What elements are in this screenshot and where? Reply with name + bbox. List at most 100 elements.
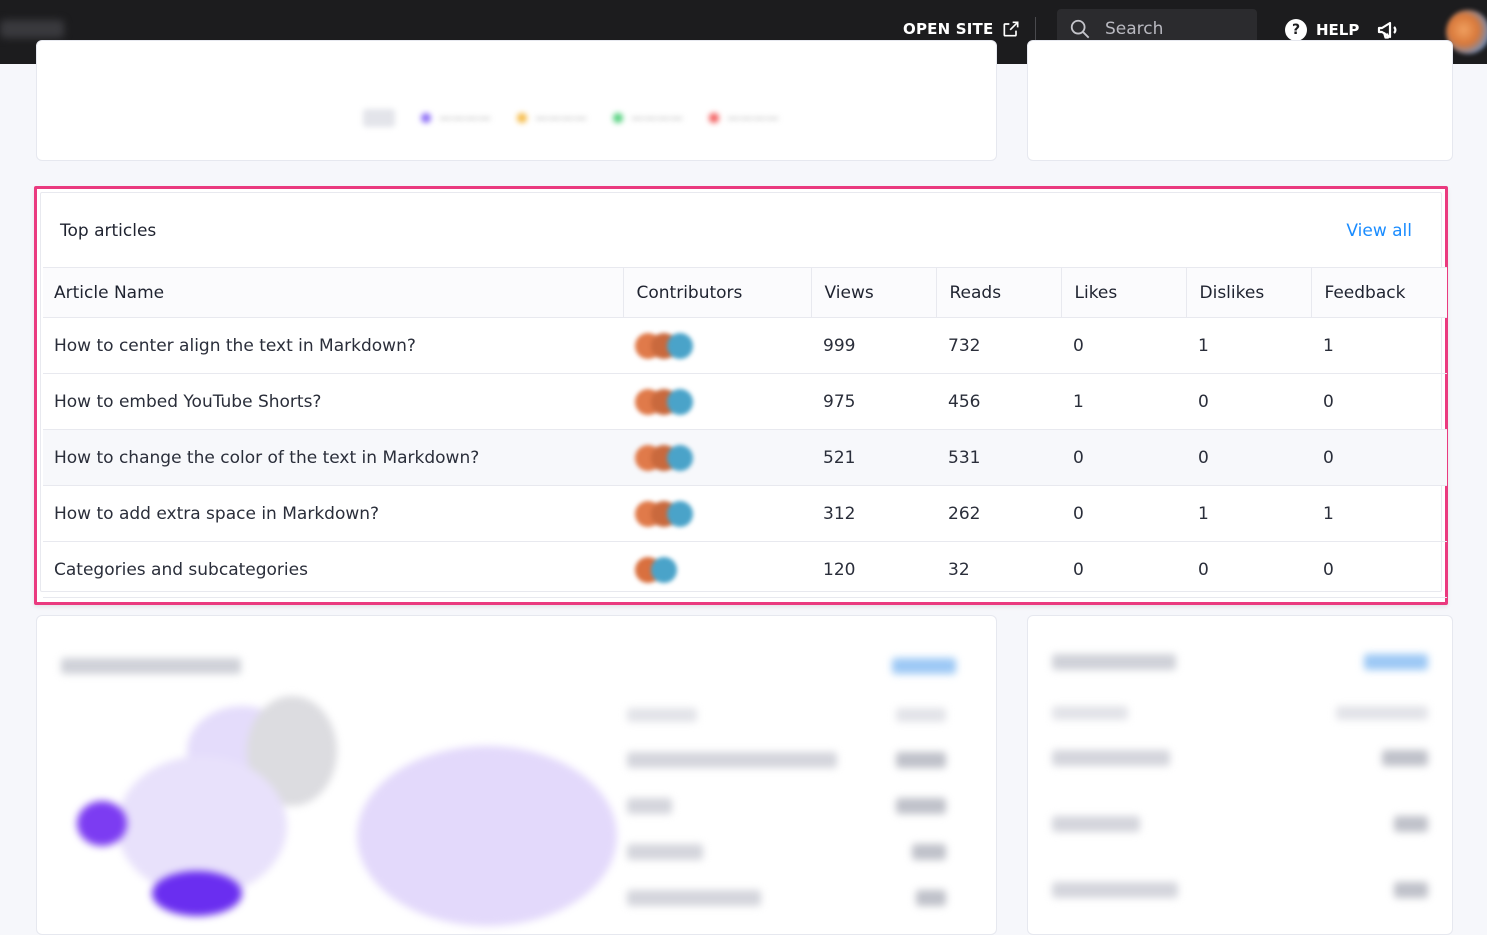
top-articles-table: Article Name Contributors Views Reads Li… — [43, 267, 1447, 598]
article-name-cell[interactable]: How to center align the text in Markdown… — [43, 317, 623, 374]
reads-cell: 456 — [936, 373, 1061, 430]
feedback-cell: 1 — [1311, 485, 1447, 542]
top-categories-title — [1052, 654, 1176, 670]
article-name-cell[interactable]: Categories and subcategories — [43, 541, 623, 598]
categories-view-all-link[interactable] — [1364, 654, 1428, 670]
help-label: HELP — [1316, 21, 1360, 39]
dislikes-cell: 1 — [1186, 485, 1311, 542]
country-value — [912, 844, 946, 860]
article-name-cell[interactable]: How to embed YouTube Shorts? — [43, 373, 623, 430]
contributor-avatars — [635, 500, 811, 527]
views-cell: 312 — [811, 485, 936, 542]
reads-cell: 32 — [936, 541, 1061, 598]
country-value — [916, 890, 946, 906]
open-site-label: OPEN SITE — [903, 20, 994, 38]
project-switcher[interactable] — [0, 20, 64, 38]
table-row[interactable]: How to embed YouTube Shorts? 975 456 1 0… — [43, 373, 1447, 430]
dislikes-cell: 0 — [1186, 541, 1311, 598]
country-row — [627, 844, 703, 860]
map-region — [357, 746, 617, 926]
help-button[interactable]: ? HELP — [1285, 18, 1359, 42]
article-name-cell[interactable]: How to change the color of the text in M… — [43, 429, 623, 486]
contributors-cell — [623, 373, 811, 430]
category-value — [1394, 882, 1428, 898]
views-cell: 521 — [811, 429, 936, 486]
category-value — [1382, 750, 1428, 766]
country-header — [627, 708, 697, 722]
likes-cell: 1 — [1061, 373, 1186, 430]
top-articles-title: Top articles — [60, 221, 157, 241]
feedback-cell: 0 — [1311, 373, 1447, 430]
views-cell: 120 — [811, 541, 936, 598]
top-categories-card — [1027, 615, 1453, 935]
category-header — [1052, 706, 1128, 720]
location-view-all-link[interactable] — [892, 658, 956, 674]
contributor-avatars — [635, 332, 811, 359]
table-row[interactable]: How to add extra space in Markdown? 312 … — [43, 485, 1447, 542]
column-header-likes[interactable]: Likes — [1060, 267, 1186, 318]
contributors-cell — [623, 485, 811, 542]
legend-item: ———— — [709, 111, 779, 126]
feedback-cell: 0 — [1311, 429, 1447, 486]
side-summary-card — [1027, 40, 1453, 161]
reads-cell: 531 — [936, 429, 1061, 486]
likes-cell: 0 — [1061, 317, 1186, 374]
country-value — [896, 798, 946, 814]
table-row[interactable]: How to center align the text in Markdown… — [43, 317, 1447, 374]
top-articles-card: Top articles View all Article Name Contr… — [34, 186, 1448, 605]
likes-cell: 0 — [1061, 541, 1186, 598]
views-cell: 975 — [811, 373, 936, 430]
open-site-button[interactable]: OPEN SITE — [903, 18, 1021, 40]
country-row — [627, 752, 837, 768]
column-header-reads[interactable]: Reads — [935, 267, 1061, 318]
column-header-article-name[interactable]: Article Name — [43, 267, 623, 318]
contributors-cell — [623, 541, 811, 598]
top-articles-inner: Top articles View all Article Name Contr… — [40, 192, 1447, 598]
feedback-cell: 1 — [1311, 317, 1447, 374]
world-map — [57, 696, 617, 926]
views-header — [896, 708, 946, 722]
likes-cell: 0 — [1061, 429, 1186, 486]
analytics-chart-card: ———— ———— ———— ———— — [36, 40, 997, 161]
contributor-avatars — [635, 444, 811, 471]
likes-cell: 0 — [1061, 485, 1186, 542]
avatar — [667, 388, 693, 415]
reads-cell: 262 — [936, 485, 1061, 542]
column-header-views[interactable]: Views — [810, 267, 936, 318]
help-icon: ? — [1285, 19, 1307, 41]
column-header-dislikes[interactable]: Dislikes — [1185, 267, 1311, 318]
category-value — [1394, 816, 1428, 832]
contributor-avatars — [635, 388, 811, 415]
article-name-cell[interactable]: How to add extra space in Markdown? — [43, 485, 623, 542]
column-header-contributors[interactable]: Contributors — [622, 267, 811, 318]
category-row — [1052, 816, 1140, 832]
announcements-megaphone-icon[interactable] — [1376, 18, 1400, 42]
reads-cell: 732 — [936, 317, 1061, 374]
dislikes-cell: 0 — [1186, 373, 1311, 430]
legend-item: ———— — [517, 111, 587, 126]
dislikes-cell: 0 — [1186, 429, 1311, 486]
column-header-feedback[interactable]: Feedback — [1310, 267, 1447, 318]
avatar — [651, 556, 677, 583]
map-region — [77, 801, 127, 846]
contributor-avatars — [635, 556, 811, 583]
category-row — [1052, 882, 1178, 898]
avatar — [667, 444, 693, 471]
view-all-articles-link[interactable]: View all — [1346, 221, 1412, 241]
location-views-title — [61, 658, 241, 674]
feedback-cell: 0 — [1311, 541, 1447, 598]
legend-item: ———— — [613, 111, 683, 126]
search-input[interactable] — [1105, 18, 1235, 39]
contributors-cell — [623, 429, 811, 486]
map-region — [152, 871, 242, 916]
table-row[interactable]: How to change the color of the text in M… — [43, 429, 1447, 486]
chart-legend: ———— ———— ———— ———— — [363, 109, 779, 127]
avatar — [667, 500, 693, 527]
external-link-icon — [1003, 21, 1019, 37]
dislikes-cell: 1 — [1186, 317, 1311, 374]
table-row[interactable]: Categories and subcategories 120 32 0 0 … — [43, 541, 1447, 598]
country-row — [627, 890, 761, 906]
category-row — [1052, 750, 1170, 766]
country-row — [627, 798, 672, 814]
country-value — [896, 752, 946, 768]
